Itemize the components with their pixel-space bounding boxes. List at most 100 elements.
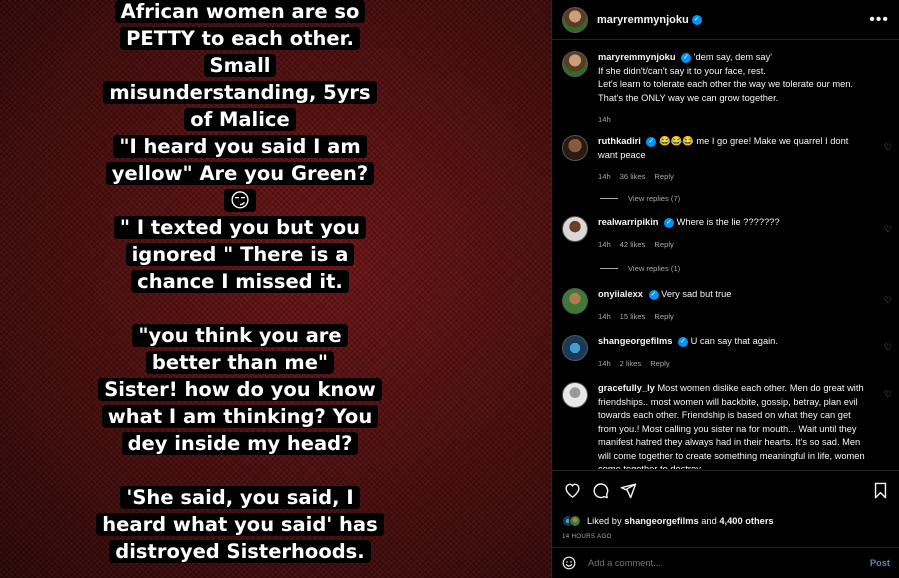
comment-input[interactable]: Add a comment... — [588, 558, 661, 568]
caption-text: If she didn't/can't say it to your face,… — [598, 65, 854, 103]
comment-likes[interactable]: 36 likes — [620, 170, 646, 184]
post-comment-button[interactable]: Post — [870, 558, 890, 568]
media-text-gap — [40, 295, 440, 322]
view-replies-label: View replies (7) — [628, 194, 681, 203]
verified-badge-icon: ✓ — [664, 217, 675, 228]
media-text-line: better than me" — [40, 349, 440, 376]
comments-list[interactable]: maryremmynjoku ✓ 'dem say, dem say' If s… — [552, 41, 899, 469]
like-comment-heart-icon[interactable]: ♡ — [884, 389, 892, 400]
verified-badge-icon: ✓ — [691, 14, 702, 25]
add-comment-bar: Add a comment... Post — [552, 547, 899, 578]
comment-icon[interactable] — [590, 480, 610, 500]
media-text-line-content: better than me" — [145, 351, 335, 374]
liked-by[interactable]: Liked by shangeorgefilms and 4,400 other… — [562, 515, 890, 527]
caption-avatar[interactable] — [562, 51, 588, 77]
reply-button[interactable]: Reply — [650, 357, 669, 371]
media-text-line-content: heard what you said' has — [96, 513, 384, 536]
caption-username[interactable]: maryremmynjoku — [598, 52, 676, 62]
media-text-line-content: distroyed Sisterhoods. — [109, 540, 371, 563]
comment-item: onyiialexx ✓ Very sad but true 14h 15 li… — [562, 288, 892, 323]
media-text-line: heard what you said' has — [40, 511, 440, 538]
post-image-text: African women are so PETTY to each other.… — [40, 0, 440, 565]
comment-text: U can say that again. — [690, 336, 778, 346]
media-text-line-content: what I am thinking? You — [101, 405, 379, 428]
comment-avatar[interactable] — [562, 288, 588, 314]
liked-by-others[interactable]: 4,400 others — [719, 516, 773, 526]
media-text-line-content: "I heard you said I am — [113, 135, 367, 158]
media-text-gap — [40, 457, 440, 484]
caption-text-line1: 'dem say, dem say' — [693, 52, 773, 62]
replies-dash — [600, 198, 618, 199]
comment-username[interactable]: ruthkadiri — [598, 136, 641, 146]
comment-text: Very sad but true — [661, 289, 732, 299]
media-text-line: 😏 — [40, 187, 440, 214]
media-text-line: 'She said, you said, I — [40, 484, 440, 511]
bookmark-icon[interactable] — [870, 480, 890, 500]
media-text-line: distroyed Sisterhoods. — [40, 538, 440, 565]
comment-avatar[interactable] — [562, 382, 588, 408]
media-text-line: misunderstanding, 5yrs — [40, 79, 440, 106]
heart-icon[interactable] — [562, 480, 582, 500]
comment-time: 14h — [598, 358, 611, 368]
comment-avatar[interactable] — [562, 216, 588, 242]
media-text-line: "you think you are — [40, 322, 440, 349]
comment-item: ruthkadiri ✓ 😂😂😂 me I go gree! Make we q… — [562, 135, 892, 184]
comment-avatar[interactable] — [562, 135, 588, 161]
like-comment-heart-icon[interactable]: ♡ — [884, 342, 892, 353]
comment-username[interactable]: realwarripikin — [598, 217, 658, 227]
post-timestamp: 14 HOURS AGO — [562, 533, 612, 540]
comment-likes[interactable]: 42 likes — [620, 238, 646, 252]
media-text-line-content: Small — [203, 54, 277, 77]
post-header: maryremmynjoku ✓ ••• — [552, 0, 899, 40]
comment-text: Where is the lie ??????? — [676, 217, 780, 227]
view-replies-button[interactable]: View replies (7) — [600, 194, 680, 203]
author-username[interactable]: maryremmynjoku — [597, 14, 689, 26]
media-text-line: ignored " There is a — [40, 241, 440, 268]
liked-by-user[interactable]: shangeorgefilms — [624, 516, 698, 526]
media-text-line: " I texted you but you — [40, 214, 440, 241]
comment-item: gracefully_ly Most women dislike each ot… — [562, 382, 892, 469]
media-text-line-content: "you think you are — [132, 324, 348, 347]
media-text-line: dey inside my head? — [40, 430, 440, 457]
media-text-line: chance I missed it. — [40, 268, 440, 295]
media-text-line-content: 'She said, you said, I — [120, 486, 360, 509]
view-replies-button[interactable]: View replies (1) — [600, 264, 680, 273]
reply-button[interactable]: Reply — [654, 238, 673, 252]
media-text-line: PETTY to each other. — [40, 25, 440, 52]
verified-badge-icon: ✓ — [648, 289, 659, 300]
like-comment-heart-icon[interactable]: ♡ — [884, 224, 892, 235]
comment-avatar[interactable] — [562, 335, 588, 361]
media-text-line-content: of Malice — [184, 108, 296, 131]
like-comment-heart-icon[interactable]: ♡ — [884, 142, 892, 153]
author-avatar[interactable] — [562, 6, 588, 33]
share-icon[interactable] — [618, 480, 638, 500]
media-text-line-content: 😏 — [223, 189, 257, 212]
media-text-line-content: " I texted you but you — [113, 216, 367, 239]
comment-username[interactable]: gracefully_ly — [598, 383, 655, 393]
comment-likes[interactable]: 15 likes — [620, 310, 646, 324]
comment-time: 14h — [598, 172, 611, 181]
media-text-line: yellow" Are you Green? — [40, 160, 440, 187]
media-text-line-content: PETTY to each other. — [120, 27, 360, 50]
comment-username[interactable]: shangeorgefilms — [598, 336, 672, 346]
media-text-line: what I am thinking? You — [40, 403, 440, 430]
liked-by-and: and — [701, 516, 717, 526]
more-options-icon[interactable]: ••• — [869, 11, 889, 29]
comment-time: 14h — [598, 311, 611, 321]
caption: maryremmynjoku ✓ 'dem say, dem say' If s… — [562, 51, 892, 127]
comment-time: 14h — [598, 239, 611, 249]
reply-button[interactable]: Reply — [654, 170, 673, 184]
post-actions: Liked by shangeorgefilms and 4,400 other… — [552, 470, 899, 540]
comment-username[interactable]: onyiialexx — [598, 289, 643, 299]
media-text-line-content: misunderstanding, 5yrs — [103, 81, 377, 104]
comment-item: realwarripikin ✓ Where is the lie ??????… — [562, 216, 892, 251]
media-text-line: of Malice — [40, 106, 440, 133]
verified-badge-icon: ✓ — [681, 52, 692, 63]
like-comment-heart-icon[interactable]: ♡ — [884, 295, 892, 306]
emoji-icon[interactable] — [562, 556, 576, 570]
media-text-line: Sister! how do you know — [40, 376, 440, 403]
media-text-line: "I heard you said I am — [40, 133, 440, 160]
comment-likes[interactable]: 2 likes — [620, 357, 642, 371]
reply-button[interactable]: Reply — [654, 310, 673, 324]
replies-dash — [600, 268, 618, 269]
